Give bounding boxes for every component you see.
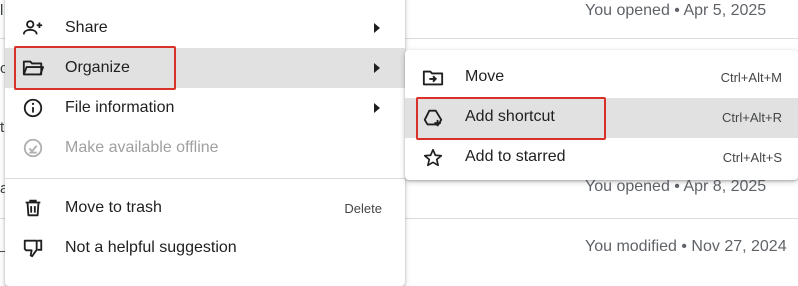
- submenu-item-add-to-starred[interactable]: Add to starred Ctrl+Alt+S: [405, 138, 798, 178]
- person-add-icon: [21, 16, 45, 40]
- menu-item-label: Move to trash: [65, 199, 162, 216]
- menu-item-not-helpful[interactable]: Not a helpful suggestion: [5, 228, 405, 268]
- submenu-item-add-shortcut[interactable]: Add shortcut Ctrl+Alt+R: [405, 98, 798, 138]
- thumb-down-icon: [21, 236, 45, 260]
- add-shortcut-icon: [421, 106, 445, 130]
- file-row-meta: You modified • Nov 27, 2024: [585, 238, 787, 255]
- context-menu: Share Organize File information Make ava…: [5, 0, 405, 286]
- offline-check-icon: [21, 136, 45, 160]
- menu-item-label: Make available offline: [65, 139, 219, 156]
- keyboard-shortcut: Ctrl+Alt+R: [722, 110, 782, 125]
- menu-item-share[interactable]: Share: [5, 8, 405, 48]
- info-icon: [21, 96, 45, 120]
- file-row-meta: You opened • Apr 5, 2025: [585, 2, 767, 19]
- submenu-item-label: Move: [465, 68, 505, 85]
- submenu-item-move[interactable]: Move Ctrl+Alt+M: [405, 58, 798, 98]
- trash-icon: [21, 196, 45, 220]
- menu-item-label: Share: [65, 19, 108, 36]
- menu-item-label: Not a helpful suggestion: [65, 239, 237, 256]
- submenu-item-label: Add shortcut: [465, 108, 555, 125]
- chevron-right-icon: [374, 63, 380, 73]
- menu-item-file-information[interactable]: File information: [5, 88, 405, 128]
- chevron-right-icon: [374, 23, 380, 33]
- file-row-meta: You opened • Apr 8, 2025: [585, 178, 767, 195]
- move-to-folder-icon: [421, 66, 445, 90]
- menu-item-label: Organize: [65, 59, 130, 76]
- menu-item-make-available-offline: Make available offline: [5, 128, 405, 168]
- menu-item-move-to-trash[interactable]: Move to trash Delete: [5, 188, 405, 228]
- submenu-item-label: Add to starred: [465, 148, 566, 165]
- keyboard-shortcut: Delete: [344, 200, 382, 216]
- keyboard-shortcut: Ctrl+Alt+M: [720, 70, 782, 85]
- folder-open-icon: [21, 56, 45, 80]
- file-name-fragment: l: [0, 2, 4, 19]
- file-name-fragment: t: [0, 119, 5, 136]
- star-icon: [421, 146, 445, 170]
- organize-submenu: Move Ctrl+Alt+M Add shortcut Ctrl+Alt+R …: [405, 50, 798, 180]
- menu-item-label: File information: [65, 99, 175, 116]
- keyboard-shortcut: Ctrl+Alt+S: [722, 150, 782, 165]
- menu-item-organize[interactable]: Organize: [5, 48, 405, 88]
- chevron-right-icon: [374, 103, 380, 113]
- menu-divider: [5, 178, 405, 179]
